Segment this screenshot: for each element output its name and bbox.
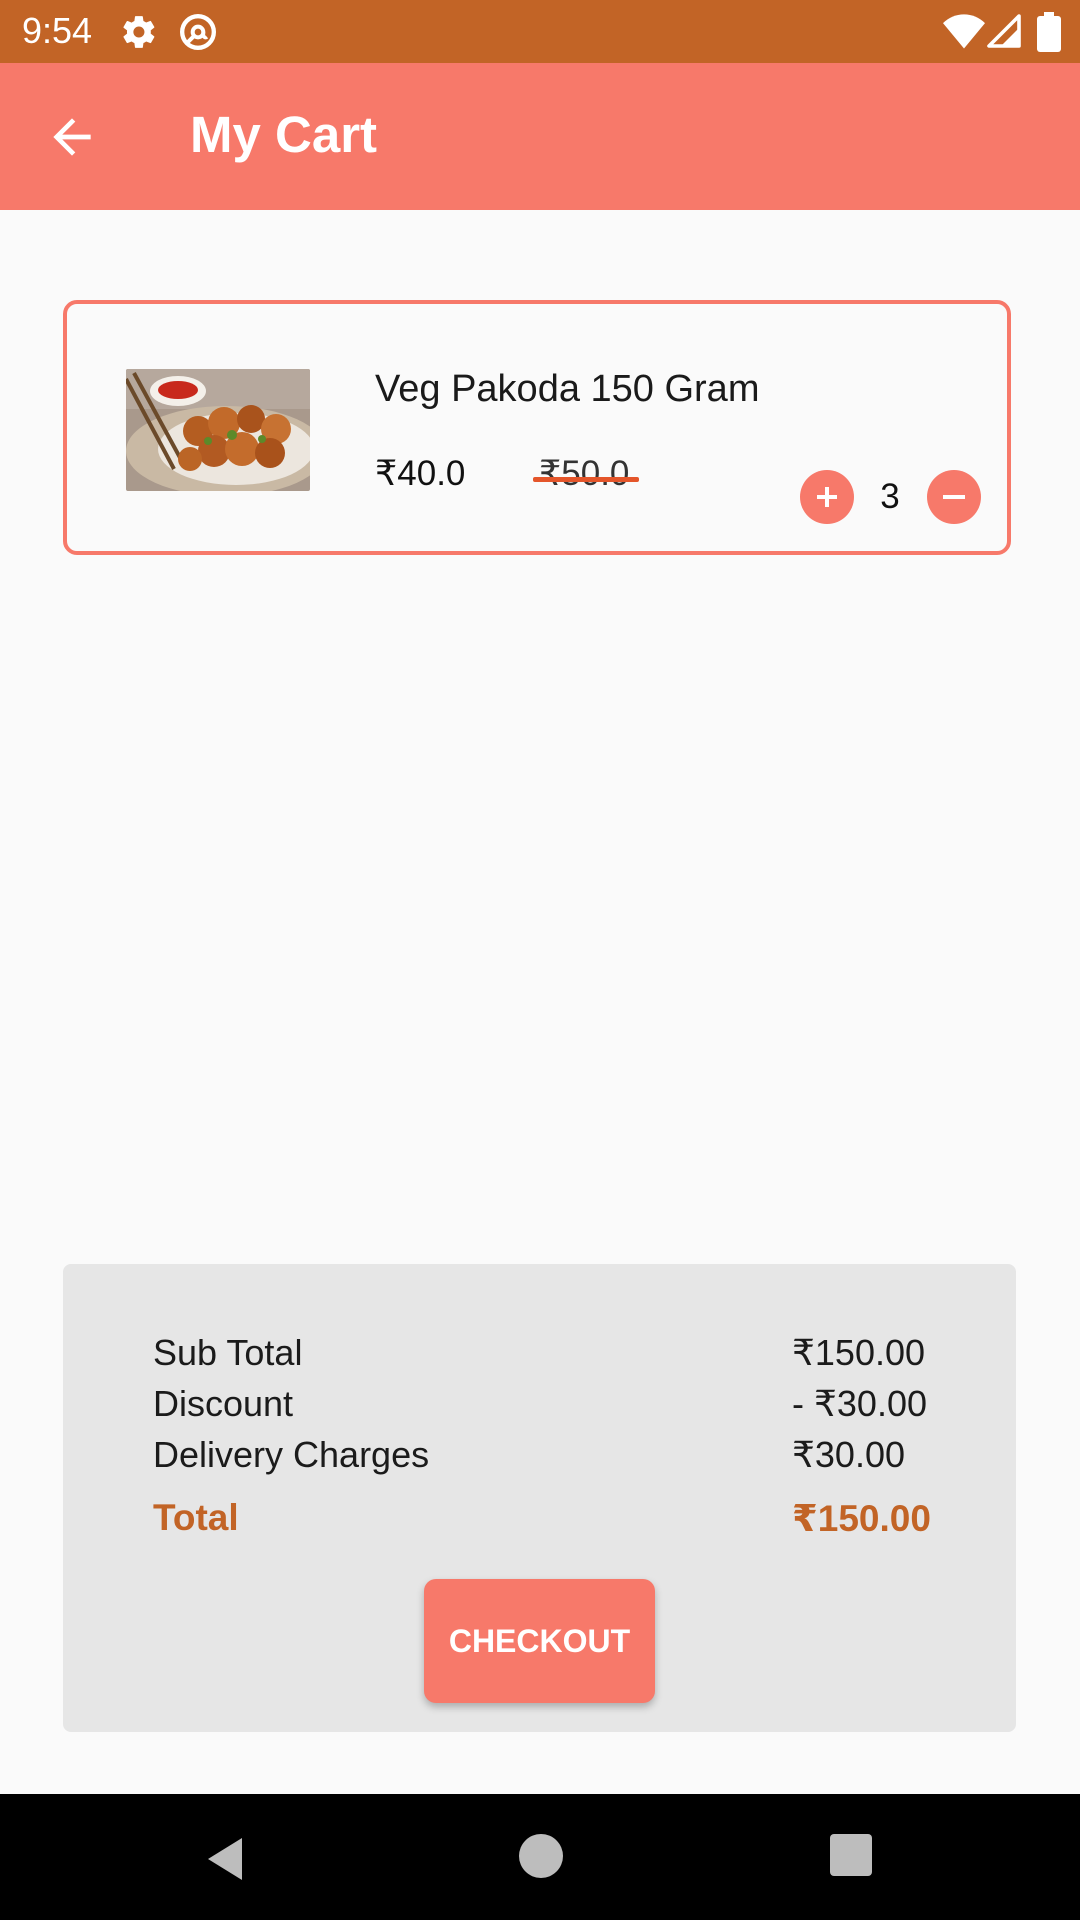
- signal-icon: [987, 14, 1021, 48]
- plus-icon: [817, 487, 837, 507]
- food-image: [126, 369, 310, 491]
- sub-total-value: ₹150.00: [792, 1332, 926, 1373]
- decrease-quantity-button[interactable]: [927, 470, 981, 524]
- price-strikethrough: [533, 477, 639, 482]
- item-price: ₹40.0: [375, 454, 466, 493]
- delivery-charges-label: Delivery Charges: [153, 1434, 430, 1475]
- system-navigation-bar: [0, 1794, 1080, 1920]
- cart-item-card: Veg Pakoda 150 Gram ₹40.0 ₹50.0 3: [63, 300, 1011, 555]
- wifi-icon: [943, 14, 985, 49]
- battery-icon: [1037, 12, 1061, 52]
- arrow-left-icon[interactable]: [44, 109, 100, 165]
- discount-label: Discount: [153, 1383, 294, 1424]
- item-name: Veg Pakoda 150 Gram: [375, 368, 760, 410]
- gear-icon: [123, 16, 155, 48]
- item-original-price: ₹50.0: [539, 454, 630, 493]
- status-time: 9:54: [22, 10, 93, 51]
- total-label: Total: [153, 1497, 239, 1538]
- nav-home-icon[interactable]: [519, 1834, 563, 1878]
- checkout-button[interactable]: CHECKOUT: [424, 1579, 655, 1703]
- discount-value: - ₹30.00: [792, 1383, 927, 1424]
- status-bar: 9:54: [0, 0, 1080, 63]
- app-bar: My Cart: [0, 63, 1080, 210]
- delivery-charges-value: ₹30.00: [792, 1434, 905, 1475]
- nav-back-icon[interactable]: [202, 1834, 248, 1884]
- nav-recent-icon[interactable]: [830, 1834, 872, 1876]
- total-value: ₹150.00: [792, 1498, 931, 1539]
- order-summary: Sub Total ₹150.00 Discount - ₹30.00 Deli…: [63, 1264, 1016, 1732]
- at-sign-icon: [180, 14, 216, 50]
- minus-icon: [943, 495, 965, 499]
- page-title: My Cart: [190, 106, 378, 163]
- quantity-value: 3: [880, 477, 900, 516]
- increase-quantity-button[interactable]: [800, 470, 854, 524]
- sub-total-label: Sub Total: [153, 1332, 303, 1373]
